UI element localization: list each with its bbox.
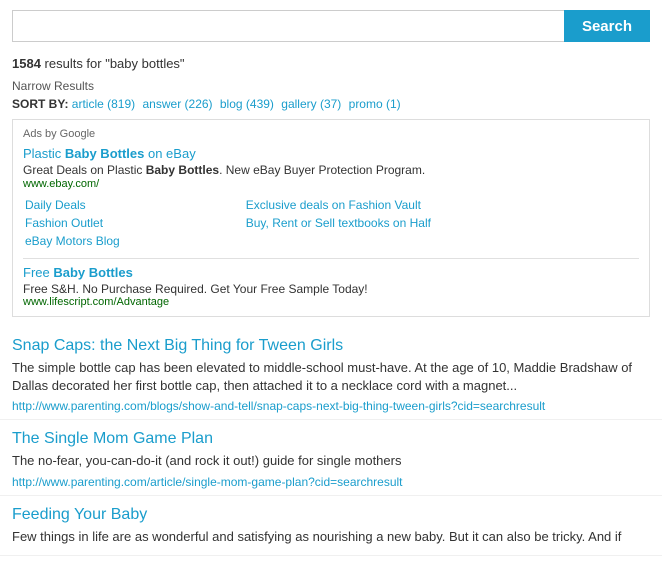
- result-title-3[interactable]: Feeding Your Baby: [12, 506, 650, 524]
- result-desc-1: The simple bottle cap has been elevated …: [12, 359, 650, 395]
- sort-blog[interactable]: blog (439): [220, 97, 274, 111]
- ad1-link-ebay-motors[interactable]: eBay Motors Blog: [25, 234, 120, 248]
- sort-by-bar: SORT BY: article (819) answer (226) blog…: [0, 95, 662, 119]
- sort-gallery[interactable]: gallery (37): [281, 97, 341, 111]
- results-count: 1584 results for "baby bottles": [0, 52, 662, 77]
- search-button[interactable]: Search: [564, 10, 650, 42]
- ad-separator: [23, 258, 639, 259]
- ad1-link-fashion-outlet[interactable]: Fashion Outlet: [25, 216, 103, 230]
- sort-article[interactable]: article (819): [72, 97, 135, 111]
- result-title-1[interactable]: Snap Caps: the Next Big Thing for Tween …: [12, 337, 650, 355]
- ad2-desc: Free S&H. No Purchase Required. Get Your…: [23, 282, 639, 296]
- result-url-2[interactable]: http://www.parenting.com/article/single-…: [12, 475, 403, 489]
- ad1-title-link[interactable]: Plastic Baby Bottles on eBay: [23, 146, 639, 161]
- result-desc-3: Few things in life are as wonderful and …: [12, 528, 650, 546]
- sort-promo[interactable]: promo (1): [349, 97, 401, 111]
- ad1-title-bold: Baby Bottles: [65, 146, 144, 161]
- ad1-link-half[interactable]: Buy, Rent or Sell textbooks on Half: [246, 216, 431, 230]
- result-item-1: Snap Caps: the Next Big Thing for Tween …: [0, 327, 662, 420]
- result-item-3: Feeding Your Baby Few things in life are…: [0, 496, 662, 556]
- result-item-2: The Single Mom Game Plan The no-fear, yo…: [0, 420, 662, 495]
- ad1-url: www.ebay.com/: [23, 178, 639, 190]
- ad1-link-fashion-vault[interactable]: Exclusive deals on Fashion Vault: [246, 198, 421, 212]
- ad1-title-prefix: Plastic: [23, 146, 65, 161]
- result-desc-2: The no-fear, you-can-do-it (and rock it …: [12, 452, 650, 470]
- search-input[interactable]: baby bottles: [12, 10, 564, 42]
- ad2-title-link[interactable]: Free Baby Bottles: [23, 265, 639, 280]
- narrow-results-label: Narrow Results: [0, 77, 662, 95]
- ad1-links-table: Daily Deals Exclusive deals on Fashion V…: [23, 196, 639, 252]
- results-suffix: results for "baby bottles": [41, 56, 185, 71]
- ad2-title-prefix: Free: [23, 265, 53, 280]
- ad1-title-suffix: on eBay: [144, 146, 195, 161]
- ad1-desc-prefix: Great Deals on Plastic: [23, 163, 146, 177]
- ad1-desc-suffix: . New eBay Buyer Protection Program.: [219, 163, 425, 177]
- sort-by-label: SORT BY:: [12, 97, 68, 111]
- search-bar: baby bottles Search: [0, 0, 662, 52]
- sort-answer[interactable]: answer (226): [143, 97, 213, 111]
- ad1-desc: Great Deals on Plastic Baby Bottles. New…: [23, 163, 639, 177]
- result-title-2[interactable]: The Single Mom Game Plan: [12, 430, 650, 448]
- result-url-1[interactable]: http://www.parenting.com/blogs/show-and-…: [12, 399, 545, 413]
- ads-box: Ads by Google Plastic Baby Bottles on eB…: [12, 119, 650, 317]
- ad1-link-daily-deals[interactable]: Daily Deals: [25, 198, 86, 212]
- ad2-title-bold: Baby Bottles: [53, 265, 132, 280]
- ads-by-google-label: Ads by Google: [23, 128, 639, 140]
- ad2-url: www.lifescript.com/Advantage: [23, 296, 639, 308]
- ad1-desc-bold: Baby Bottles: [146, 163, 219, 177]
- results-number: 1584: [12, 56, 41, 71]
